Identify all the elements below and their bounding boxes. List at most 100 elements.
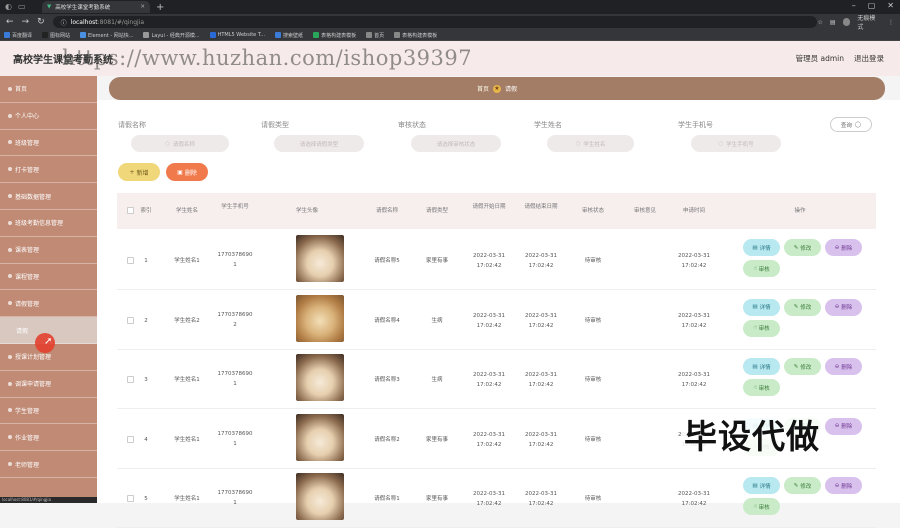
- profile-label[interactable]: 无痕模式: [857, 13, 881, 31]
- close-tab-icon[interactable]: ✕: [140, 4, 145, 10]
- delete-button[interactable]: ⊖ 删除: [825, 298, 862, 316]
- student-phone: 1770378690: [217, 371, 253, 377]
- sidebar-item-label: 班级考勤信息管理: [15, 220, 64, 228]
- leave-start-date: 2022-03-31: [473, 491, 505, 497]
- batch-delete-button[interactable]: ▣ 删除: [166, 163, 208, 181]
- detail-button[interactable]: ▤详情: [743, 358, 780, 375]
- window-icon[interactable]: ▭: [18, 2, 26, 11]
- audit-icon: ☝: [753, 384, 757, 391]
- filter-input[interactable]: ○ 学生姓名: [547, 135, 634, 152]
- filter-input[interactable]: ○ 学生手机号: [691, 135, 781, 152]
- reload-icon[interactable]: ↻: [37, 17, 45, 27]
- bookmark-label: Element - 网站快...: [88, 32, 134, 39]
- window-controls[interactable]: ◐ ▭: [5, 2, 26, 11]
- delete-icon: ⊖: [834, 363, 840, 370]
- leave-start-time: 17:02:42: [476, 263, 502, 269]
- search-button[interactable]: 查询 ◯: [830, 117, 872, 132]
- menu-dot-icon: [8, 194, 12, 199]
- row-checkbox[interactable]: [127, 376, 134, 383]
- sidebar-item[interactable]: 学生管理: [0, 398, 97, 425]
- row-actions: ▤详情✎修改⊖删除 ☝审核: [743, 358, 863, 396]
- action-label: 详情: [759, 245, 771, 252]
- filter-input[interactable]: 请选择审核状态: [411, 135, 501, 152]
- sidebar-item[interactable]: 个人中心: [0, 103, 97, 130]
- url-field[interactable]: ⓘ localhost:8081/#/qingjia: [52, 16, 818, 28]
- breadcrumb-current: 请假: [505, 86, 518, 93]
- delete-button[interactable]: ⊖ 删除: [825, 239, 862, 256]
- logout-link[interactable]: 退出登录: [854, 53, 884, 64]
- leave-start-time: 17:02:42: [476, 441, 502, 448]
- close-window-icon[interactable]: ✕: [887, 1, 894, 10]
- bookmark-item[interactable]: Layui - 经典开源模...: [143, 32, 200, 39]
- sidebar-item[interactable]: 调课申请管理: [0, 371, 97, 398]
- row-index: 1: [144, 258, 148, 264]
- delete-button[interactable]: ⊖ 删除: [825, 358, 862, 375]
- sidebar-item[interactable]: 作业管理: [0, 424, 97, 452]
- audit-button[interactable]: ☝审核: [743, 319, 780, 337]
- bookmark-label: 百度翻译: [12, 32, 33, 39]
- bookmark-item[interactable]: 百度翻译: [4, 32, 32, 39]
- row-checkbox[interactable]: [127, 257, 134, 264]
- student-avatar: [296, 294, 344, 342]
- incognito-icon[interactable]: [842, 18, 851, 26]
- select-all-checkbox[interactable]: [127, 207, 134, 214]
- audit-button[interactable]: ☝审核: [743, 260, 780, 277]
- back-icon[interactable]: ←: [6, 17, 14, 27]
- edit-button[interactable]: ✎修改: [784, 239, 821, 256]
- bookmark-item[interactable]: HTML5 Website T...: [209, 32, 265, 38]
- minimize-icon[interactable]: –: [852, 1, 856, 10]
- sidebar-item[interactable]: 打卡管理: [0, 156, 97, 184]
- filter-input[interactable]: ○ 请假名称: [131, 135, 229, 152]
- bookmark-item[interactable]: 图标网站: [42, 32, 70, 39]
- new-tab-button[interactable]: +: [156, 2, 164, 13]
- delete-button[interactable]: ⊖ 删除: [825, 417, 862, 435]
- student-avatar: [296, 473, 344, 520]
- edit-button[interactable]: ✎修改: [784, 477, 821, 494]
- edit-button[interactable]: ✎修改: [784, 358, 821, 375]
- forward-icon[interactable]: →: [22, 17, 30, 27]
- menu-dot-icon: [8, 354, 12, 359]
- sidebar-item[interactable]: 请假管理: [0, 290, 97, 318]
- leave-type: 家里有事: [425, 436, 448, 443]
- audit-button[interactable]: ☝审核: [743, 498, 780, 515]
- leave-end-date: 2022-03-31: [525, 312, 557, 319]
- audit-button[interactable]: ☝审核: [743, 379, 780, 396]
- sidebar-item[interactable]: 首页: [0, 76, 97, 103]
- bookmark-item[interactable]: Element - 网站快...: [80, 32, 133, 39]
- column-header: 审核状态: [581, 208, 604, 214]
- url-path: :8081/#/qingjia: [97, 18, 145, 26]
- bookmark-icon: [394, 32, 401, 38]
- filter-input[interactable]: 请选择请假类型: [274, 135, 364, 152]
- leave-title: 请假名称4: [374, 317, 400, 324]
- browser-menu-icon[interactable]: ◐: [5, 2, 12, 11]
- edit-button[interactable]: ✎修改: [784, 298, 821, 316]
- row-checkbox[interactable]: [127, 495, 134, 502]
- bookmark-item[interactable]: 表格构建表模板: [394, 32, 437, 39]
- bookmark-icon: [4, 32, 10, 38]
- detail-button[interactable]: ▤详情: [743, 239, 780, 256]
- sidebar-item[interactable]: 基础数据管理: [0, 183, 97, 210]
- sidebar-item[interactable]: 班级考勤信息管理: [0, 210, 97, 237]
- breadcrumb-home[interactable]: 首页: [477, 84, 489, 93]
- row-checkbox[interactable]: [127, 435, 134, 443]
- bookmark-item[interactable]: 表格构建表模板: [313, 32, 356, 39]
- sidebar-item[interactable]: 课表管理: [0, 237, 97, 264]
- sidebar-item-label: 首页: [15, 86, 28, 94]
- sidebar-item[interactable]: 老师管理: [0, 451, 97, 478]
- more-icon[interactable]: ⋮: [888, 19, 894, 26]
- sidebar-item[interactable]: 班级管理: [0, 130, 97, 157]
- star-icon[interactable]: ☆: [817, 19, 822, 26]
- delete-button[interactable]: ⊖ 删除: [825, 477, 862, 494]
- maximize-icon[interactable]: ▢: [868, 1, 876, 10]
- row-checkbox[interactable]: [127, 316, 134, 324]
- extension-icon[interactable]: ▤: [830, 19, 836, 26]
- browser-tab[interactable]: ▼ 高校学生课堂考勤系统 ✕: [42, 1, 150, 13]
- student-name: 学生姓名2: [174, 317, 200, 324]
- row-index: 3: [144, 377, 148, 383]
- bookmark-item[interactable]: 首页: [366, 32, 384, 39]
- sidebar-item[interactable]: 课程管理: [0, 264, 97, 291]
- detail-button[interactable]: ▤详情: [743, 477, 780, 494]
- bookmark-item[interactable]: 搜索壁纸: [275, 32, 303, 39]
- add-button[interactable]: + 新增: [118, 163, 160, 181]
- detail-button[interactable]: ▤详情: [743, 298, 780, 316]
